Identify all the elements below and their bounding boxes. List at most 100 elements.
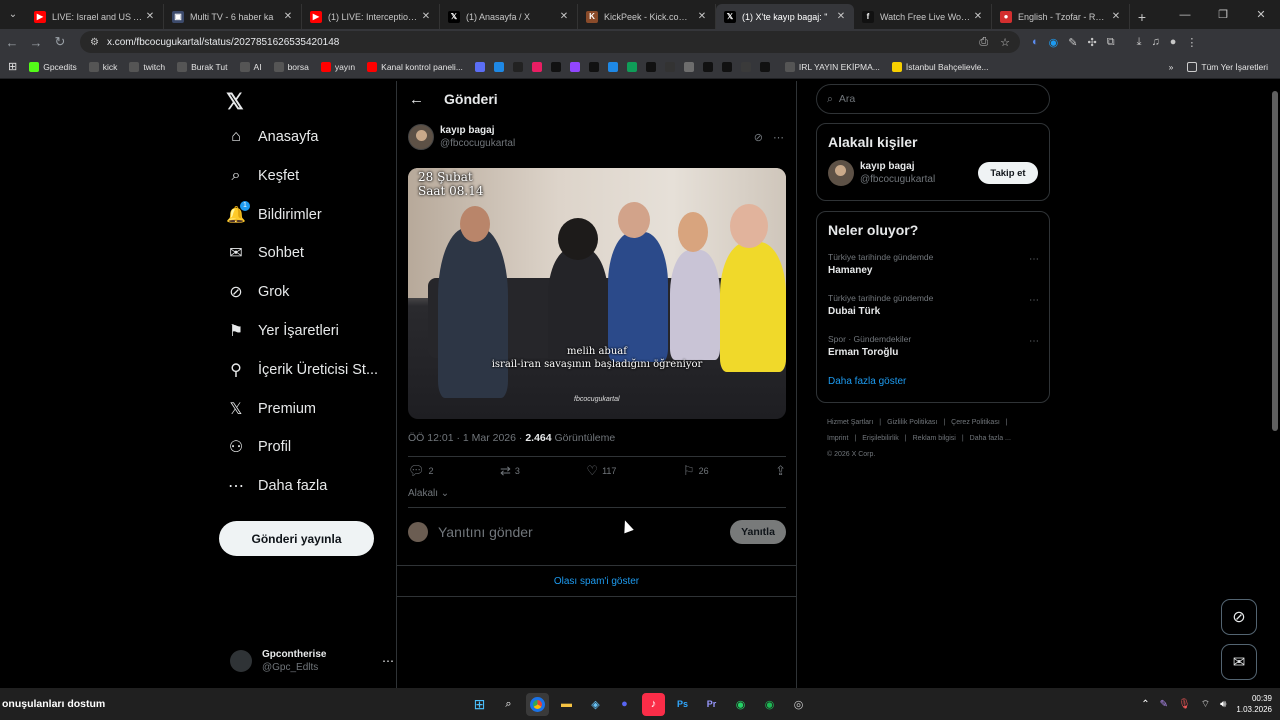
steam-icon[interactable]: ◈ bbox=[584, 693, 607, 716]
more-icon[interactable]: ⋯ bbox=[382, 654, 394, 668]
share-action[interactable]: ⇪ bbox=[775, 463, 786, 479]
whatsapp-icon[interactable]: ◉ bbox=[729, 693, 752, 716]
tab-close-icon[interactable]: ✕ bbox=[1109, 11, 1123, 22]
bookmark-item[interactable]: yayın bbox=[320, 61, 355, 72]
bookmark-favicon-icon[interactable] bbox=[569, 61, 580, 72]
extension-icon-4[interactable]: ✣ bbox=[1087, 36, 1096, 49]
volume-icon[interactable]: 🔊︎ bbox=[1220, 699, 1226, 710]
forward-button[interactable]: → bbox=[24, 30, 48, 54]
reply-input[interactable]: Yanıtını gönder bbox=[438, 524, 730, 540]
site-info-icon[interactable]: ⚙ bbox=[90, 37, 99, 48]
discord-icon[interactable]: ● bbox=[613, 693, 636, 716]
back-button[interactable]: ← bbox=[0, 30, 24, 54]
bookmark-item[interactable]: Gpcedits bbox=[29, 61, 77, 72]
tab-close-icon[interactable]: ✕ bbox=[557, 11, 571, 22]
nav-item-bookmark[interactable]: ⚑ Yer İşaretleri bbox=[226, 313, 339, 349]
bookmark-item[interactable]: borsa bbox=[273, 61, 309, 72]
tray-pen-icon[interactable]: ✎ bbox=[1160, 699, 1168, 710]
reply-action[interactable]: 💬︎ 2 bbox=[408, 463, 434, 479]
nav-item-more-circle[interactable]: ⋯ Daha fazla bbox=[226, 468, 327, 504]
footer-link[interactable]: © 2026 X Corp. bbox=[827, 451, 875, 458]
bookmark-item[interactable]: İstanbul Bahçelievle... bbox=[891, 61, 989, 72]
footer-link[interactable]: Reklam bilgisi bbox=[913, 435, 956, 442]
trend-more-icon[interactable]: ⋯ bbox=[1029, 254, 1039, 265]
footer-link[interactable]: Çerez Politikası bbox=[951, 419, 1000, 426]
browser-tab[interactable]: ● English - Tzofar - Red Ale✕ bbox=[992, 4, 1130, 29]
chrome-icon[interactable] bbox=[526, 692, 549, 716]
author-avatar[interactable] bbox=[408, 124, 434, 150]
premiere-icon[interactable]: Pr bbox=[700, 693, 723, 716]
related-dropdown[interactable]: Alakalı ⌄ bbox=[408, 488, 449, 499]
post-more-icon[interactable]: ⋯ bbox=[773, 131, 784, 144]
nav-item-grok[interactable]: ⊘ Grok bbox=[226, 274, 289, 310]
grok-icon[interactable]: ⊘ bbox=[754, 131, 763, 144]
nav-item-search[interactable]: ⌕ Keşfet bbox=[226, 158, 300, 194]
repost-action[interactable]: ⇄ 3 bbox=[500, 463, 520, 479]
more-bookmarks-chevron-icon[interactable]: » bbox=[1169, 62, 1174, 72]
bookmark-favicon-icon[interactable] bbox=[493, 61, 504, 72]
photoshop-icon[interactable]: Ps bbox=[671, 693, 694, 716]
show-more-link[interactable]: Daha fazla göster bbox=[817, 367, 1049, 398]
address-bar[interactable]: ⚙ x.com/fbcocugukartal/status/2027851626… bbox=[80, 31, 1020, 53]
reload-button[interactable]: ↻ bbox=[48, 30, 72, 54]
browser-tab[interactable]: 𝕏 (1) X'te kayıp bagaj: " ✕ bbox=[716, 4, 854, 29]
star-bookmark-icon[interactable]: ☆ bbox=[1000, 36, 1010, 49]
account-switcher[interactable]: Gpcontherise @Gpc_Edlts ⋯ bbox=[230, 641, 394, 681]
post-video[interactable]: 28 Şubat Saat 08.14 melih abuaf israil-i… bbox=[408, 168, 786, 419]
author-handle[interactable]: @fbcocugukartal bbox=[440, 138, 515, 149]
x-logo-icon[interactable]: 𝕏 bbox=[226, 89, 244, 115]
messages-fab-icon[interactable]: ✉ bbox=[1221, 644, 1257, 680]
nav-item-home[interactable]: ⌂ Anasayfa bbox=[226, 119, 318, 155]
browser-tab[interactable]: ▣ Multi TV - 6 haber ka ✕ bbox=[164, 4, 302, 29]
bookmark-favicon-icon[interactable] bbox=[588, 61, 599, 72]
trend-more-icon[interactable]: ⋯ bbox=[1029, 295, 1039, 306]
author-name[interactable]: kayıp bagaj bbox=[440, 125, 515, 136]
browser-tab[interactable]: K KickPeek - Kick.com için ✕ bbox=[578, 4, 716, 29]
nav-item-x-premium[interactable]: 𝕏 Premium bbox=[226, 391, 316, 427]
tab-close-icon[interactable]: ✕ bbox=[143, 11, 157, 22]
tab-close-icon[interactable]: ✕ bbox=[419, 11, 433, 22]
nav-item-bell[interactable]: 🔔 1 Bildirimler bbox=[226, 197, 322, 233]
bookmark-item[interactable]: Burak Tut bbox=[177, 61, 228, 72]
extension-icon-3[interactable]: ✎ bbox=[1068, 36, 1077, 49]
footer-link[interactable]: Daha fazla ... bbox=[970, 435, 1011, 442]
minimize-button[interactable]: — bbox=[1166, 0, 1204, 29]
follow-button[interactable]: Takip et bbox=[978, 162, 1038, 184]
all-bookmarks-folder[interactable]: Tüm Yer İşaretleri bbox=[1187, 61, 1268, 72]
tab-close-icon[interactable]: ✕ bbox=[971, 11, 985, 22]
bookmark-item[interactable]: Kanal kontrol paneli... bbox=[367, 61, 463, 72]
extension-icon-2[interactable]: ◉ bbox=[1049, 36, 1059, 49]
tab-search-dropdown[interactable]: ⌄ bbox=[0, 0, 26, 29]
scrollbar-thumb[interactable] bbox=[1272, 91, 1278, 431]
puzzle-extensions-icon[interactable]: ⧉ bbox=[1107, 36, 1115, 49]
bookmark-item[interactable]: kick bbox=[88, 61, 117, 72]
windows-start-icon[interactable]: ⊞ bbox=[468, 693, 491, 716]
download-icon[interactable]: ⤓ bbox=[1137, 36, 1142, 49]
page-scrollbar[interactable] bbox=[1270, 81, 1280, 688]
bookmark-favicon-icon[interactable] bbox=[740, 61, 751, 72]
nav-item-creator[interactable]: ⚲ İçerik Üreticisi St... bbox=[226, 352, 378, 388]
spotify-icon[interactable]: ◉ bbox=[758, 693, 781, 716]
back-arrow-icon[interactable]: ← bbox=[409, 91, 424, 108]
install-app-icon[interactable]: ⎙ bbox=[979, 36, 988, 49]
obs-icon[interactable]: ◎ bbox=[787, 693, 810, 716]
nav-item-profile[interactable]: ⚇ Profil bbox=[226, 429, 291, 465]
bookmark-item[interactable]: twitch bbox=[129, 61, 165, 72]
like-action[interactable]: ♡ 117 bbox=[586, 463, 616, 479]
bookmark-favicon-icon[interactable] bbox=[759, 61, 770, 72]
footer-link[interactable]: Erişilebilirlik bbox=[862, 435, 899, 442]
browser-tab[interactable]: ▶ (1) LIVE: Interceptions in ✕ bbox=[302, 4, 440, 29]
post-button[interactable]: Gönderi yayınla bbox=[219, 521, 374, 556]
bookmark-favicon-icon[interactable] bbox=[721, 61, 732, 72]
extension-icon-1[interactable]: ◐ bbox=[1032, 36, 1039, 48]
bookmark-action[interactable]: ⚐ 26 bbox=[683, 463, 709, 479]
grok-fab-icon[interactable]: ⊘ bbox=[1221, 599, 1257, 635]
media-control-icon[interactable]: ♫ bbox=[1151, 36, 1159, 48]
reply-button[interactable]: Yanıtla bbox=[730, 520, 786, 544]
new-tab-button[interactable]: + bbox=[1130, 4, 1154, 29]
tab-close-icon[interactable]: ✕ bbox=[281, 11, 295, 22]
file-explorer-icon[interactable]: ▬ bbox=[555, 693, 578, 716]
bookmark-item[interactable]: AI bbox=[239, 61, 262, 72]
microphone-icon[interactable]: 🎙︎ bbox=[1178, 699, 1191, 710]
bookmark-favicon-icon[interactable] bbox=[550, 61, 561, 72]
